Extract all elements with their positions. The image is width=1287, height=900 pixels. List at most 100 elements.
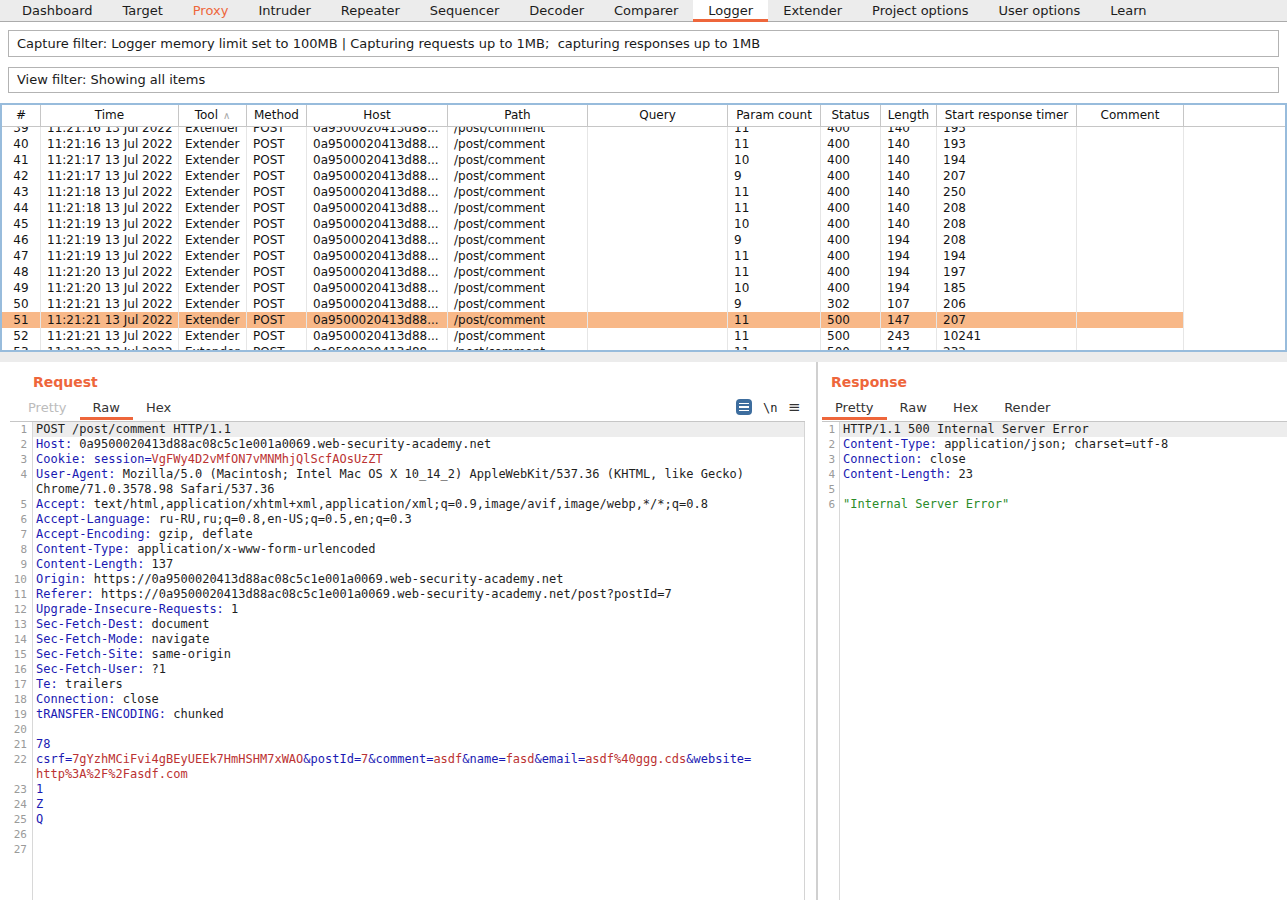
splitter[interactable] [0,352,1287,362]
view-filter-bar[interactable]: View filter: Showing all items [8,67,1279,93]
request-tab-pretty[interactable]: Pretty [15,399,80,418]
request-tab-raw[interactable]: Raw [80,399,133,418]
table-row[interactable]: 5011:21:21 13 Jul 2022ExtenderPOST0a9500… [2,296,1285,312]
top-tab-logger[interactable]: Logger [693,0,768,21]
cell-start-response-timer: 208 [937,200,1077,216]
cell-comment [1077,136,1184,152]
column-header-label: Comment [1101,105,1160,126]
column-header-length[interactable]: Length [881,105,937,126]
column-header-query[interactable]: Query [588,105,728,126]
menu-icon[interactable]: ≡ [788,398,801,416]
column-header-spacer[interactable] [1184,105,1285,126]
cell-tool: Extender [179,280,247,296]
line-number: 14 [10,632,32,647]
line-number: 25 [10,812,32,827]
code-line: 12Upgrade-Insecure-Requests: 1 [10,602,804,617]
panel-divider[interactable] [816,362,818,900]
cell-comment [1077,152,1184,168]
column-header-comment[interactable]: Comment [1077,105,1184,126]
table-row[interactable]: 4911:21:20 13 Jul 2022ExtenderPOST0a9500… [2,280,1285,296]
code-line-text: Sec-Fetch-Mode: navigate [36,632,755,647]
response-tab-pretty[interactable]: Pretty [822,399,887,418]
column-header-start-response-timer[interactable]: Start response timer [937,105,1077,126]
cell-spacer [1184,216,1285,232]
table-row[interactable]: 4211:21:17 13 Jul 2022ExtenderPOST0a9500… [2,168,1285,184]
table-row[interactable]: 3911:21:16 13 Jul 2022ExtenderPOST0a9500… [2,127,1285,136]
top-tab-intruder[interactable]: Intruder [243,0,325,21]
column-header-[interactable]: # [2,105,41,126]
column-header-status[interactable]: Status [821,105,881,126]
request-editor[interactable]: 1POST /post/comment HTTP/1.12Host: 0a950… [10,422,805,900]
cell-length: 140 [881,184,937,200]
cell-status: 400 [821,127,881,136]
newline-icon[interactable]: \n [763,401,777,415]
cell-tool: Extender [179,312,247,328]
request-gutter-separator [32,422,33,900]
table-row[interactable]: 4411:21:18 13 Jul 2022ExtenderPOST0a9500… [2,200,1285,216]
cell-status: 400 [821,248,881,264]
cell-param-count: 11 [728,184,821,200]
code-line: 15Sec-Fetch-Site: same-origin [10,647,804,662]
code-line: 5 [822,482,1287,497]
cell-length: 107 [881,296,937,312]
table-row[interactable]: 5311:21:22 13 Jul 2022ExtenderPOST0a9500… [2,344,1285,350]
cell-length: 140 [881,136,937,152]
response-gutter-separator [839,422,840,900]
top-tab-project-options[interactable]: Project options [857,0,984,21]
pretty-print-icon[interactable] [736,399,752,415]
table-row[interactable]: 4711:21:19 13 Jul 2022ExtenderPOST0a9500… [2,248,1285,264]
top-tab-repeater[interactable]: Repeater [326,0,415,21]
cell-length: 194 [881,232,937,248]
top-tab-decoder[interactable]: Decoder [514,0,599,21]
column-header-time[interactable]: Time [41,105,179,126]
cell-tool: Extender [179,344,247,350]
code-line-text: Q [36,812,755,827]
cell-query [588,168,728,184]
top-tab-extender[interactable]: Extender [768,0,857,21]
top-tab-proxy[interactable]: Proxy [178,0,244,21]
top-tab-dashboard[interactable]: Dashboard [7,0,108,21]
request-tab-hex[interactable]: Hex [133,399,184,418]
column-header-param-count[interactable]: Param count [728,105,821,126]
table-row[interactable]: 4511:21:19 13 Jul 2022ExtenderPOST0a9500… [2,216,1285,232]
code-line: 9Content-Length: 137 [10,557,804,572]
code-line-text [36,842,755,857]
top-tab-comparer[interactable]: Comparer [599,0,693,21]
code-line-text: Accept-Language: ru-RU,ru;q=0.8,en-US;q=… [36,512,755,527]
response-tab-raw[interactable]: Raw [887,399,940,418]
response-editor[interactable]: 1HTTP/1.1 500 Internal Server Error2Cont… [822,422,1287,900]
capture-filter-bar[interactable]: Capture filter: Logger memory limit set … [8,30,1279,57]
cell-method: POST [247,248,307,264]
table-row[interactable]: 5211:21:21 13 Jul 2022ExtenderPOST0a9500… [2,328,1285,344]
top-tab-user-options[interactable]: User options [984,0,1096,21]
code-line: 2Host: 0a9500020413d88ac08c5c1e001a0069.… [10,437,804,452]
cell-path: /post/comment [448,296,588,312]
table-row[interactable]: 4611:21:19 13 Jul 2022ExtenderPOST0a9500… [2,232,1285,248]
table-row[interactable]: 4811:21:20 13 Jul 2022ExtenderPOST0a9500… [2,264,1285,280]
table-row[interactable]: 4311:21:18 13 Jul 2022ExtenderPOST0a9500… [2,184,1285,200]
cell-param-count: 11 [728,136,821,152]
cell-status: 400 [821,200,881,216]
column-header-path[interactable]: Path [448,105,588,126]
cell-path: /post/comment [448,328,588,344]
cell-comment [1077,216,1184,232]
top-tab-learn[interactable]: Learn [1095,0,1161,21]
column-header-host[interactable]: Host [307,105,448,126]
column-header-tool[interactable]: Tool∧ [179,105,247,126]
top-tab-target[interactable]: Target [108,0,178,21]
line-number: 18 [10,692,32,707]
table-row[interactable]: 4011:21:16 13 Jul 2022ExtenderPOST0a9500… [2,136,1285,152]
top-tab-sequencer[interactable]: Sequencer [415,0,514,21]
sort-ascending-icon: ∧ [223,105,230,126]
cell-comment [1077,248,1184,264]
code-line: 20 [10,722,804,737]
response-tab-hex[interactable]: Hex [940,399,991,418]
cell-num: 46 [2,232,41,248]
line-number: 5 [822,482,839,497]
table-row[interactable]: 4111:21:17 13 Jul 2022ExtenderPOST0a9500… [2,152,1285,168]
column-header-method[interactable]: Method [247,105,307,126]
response-tab-render[interactable]: Render [991,399,1063,418]
code-line: 19tRANSFER-ENCODING: chunked [10,707,804,722]
cell-time: 11:21:20 13 Jul 2022 [41,280,179,296]
table-row[interactable]: 5111:21:21 13 Jul 2022ExtenderPOST0a9500… [2,312,1285,328]
